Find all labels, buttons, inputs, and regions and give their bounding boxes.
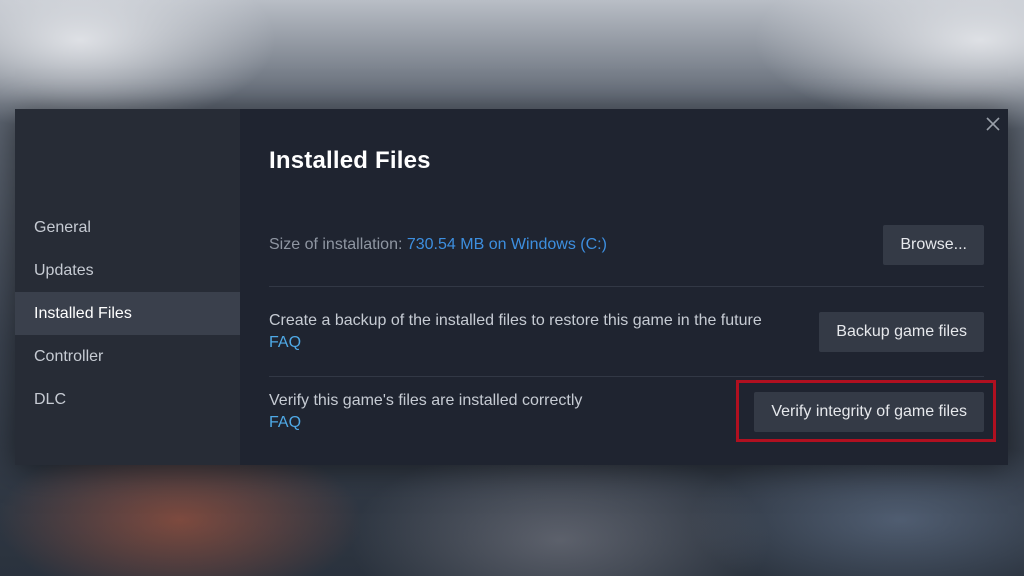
backup-text: Create a backup of the installed files t… (269, 311, 762, 329)
size-label: Size of installation: (269, 235, 407, 253)
installation-size-text: Size of installation: 730.54 MB on Windo… (269, 236, 607, 254)
installation-size-row: Size of installation: 730.54 MB on Windo… (269, 221, 984, 287)
sidebar: General Updates Installed Files Controll… (15, 109, 240, 465)
verify-text: Verify this game's files are installed c… (269, 392, 583, 409)
backup-description: Create a backup of the installed files t… (269, 310, 762, 354)
backup-game-files-button[interactable]: Backup game files (819, 311, 984, 352)
verify-row: Verify this game's files are installed c… (269, 377, 984, 447)
verify-integrity-button[interactable]: Verify integrity of game files (754, 392, 984, 432)
backup-row: Create a backup of the installed files t… (269, 287, 984, 377)
verify-faq-link[interactable]: FAQ (269, 412, 582, 434)
verify-description: Verify this game's files are installed c… (269, 390, 582, 434)
page-title: Installed Files (269, 147, 431, 174)
sidebar-item-updates[interactable]: Updates (15, 249, 240, 292)
sidebar-item-controller[interactable]: Controller (15, 335, 240, 378)
sidebar-item-general[interactable]: General (15, 206, 240, 249)
close-icon[interactable] (984, 115, 1002, 133)
sidebar-item-installed-files[interactable]: Installed Files (15, 292, 240, 335)
backup-faq-link[interactable]: FAQ (269, 332, 762, 354)
properties-dialog: General Updates Installed Files Controll… (15, 109, 1008, 465)
sidebar-item-dlc[interactable]: DLC (15, 378, 240, 421)
browse-button[interactable]: Browse... (883, 224, 984, 265)
main-panel: Installed Files Size of installation: 73… (240, 109, 1008, 465)
size-value: 730.54 MB on Windows (C:) (406, 235, 607, 253)
